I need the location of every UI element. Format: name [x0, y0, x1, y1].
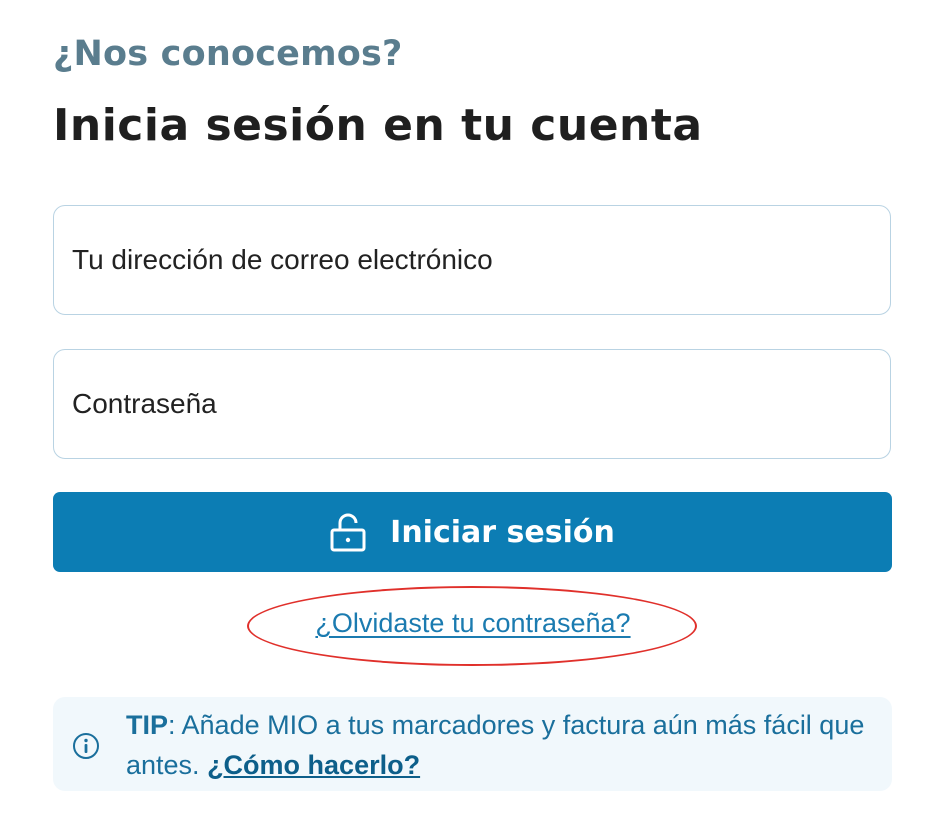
email-input[interactable]: [54, 206, 890, 314]
password-field[interactable]: [53, 349, 891, 459]
forgot-password-link[interactable]: ¿Olvidaste tu contraseña?: [0, 608, 946, 639]
page-title: Inicia sesión en tu cuenta: [53, 100, 703, 151]
tip-label: TIP: [126, 710, 169, 740]
login-eyebrow: ¿Nos conocemos?: [53, 34, 403, 74]
tip-box: TIP: Añade MIO a tus marcadores y factur…: [53, 697, 892, 791]
login-button[interactable]: Iniciar sesión: [53, 492, 892, 572]
tip-text: TIP: Añade MIO a tus marcadores y factur…: [126, 705, 866, 785]
email-field[interactable]: [53, 205, 891, 315]
info-icon: [72, 732, 100, 760]
login-button-label: Iniciar sesión: [390, 514, 615, 550]
how-to-link[interactable]: ¿Cómo hacerlo?: [207, 750, 420, 780]
password-input[interactable]: [54, 350, 890, 458]
unlock-icon: [330, 512, 366, 552]
